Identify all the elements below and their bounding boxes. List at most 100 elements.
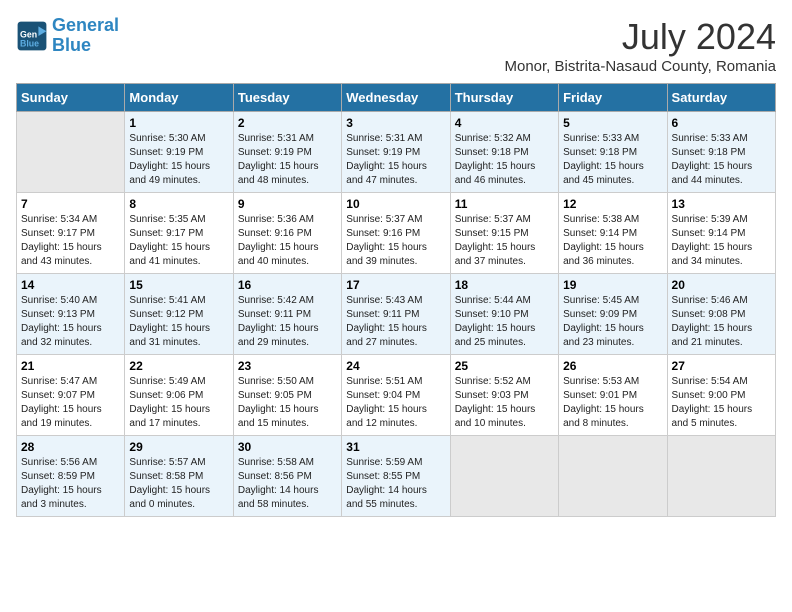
day-number: 10 (346, 197, 445, 211)
day-info: Sunrise: 5:52 AMSunset: 9:03 PMDaylight:… (455, 375, 554, 431)
logo: Gen Blue General Blue (16, 16, 119, 56)
day-info: Sunrise: 5:33 AMSunset: 9:18 PMDaylight:… (672, 132, 771, 188)
day-info: Sunrise: 5:34 AMSunset: 9:17 PMDaylight:… (21, 213, 120, 269)
calendar-day-cell: 23Sunrise: 5:50 AMSunset: 9:05 PMDayligh… (233, 355, 341, 436)
day-info: Sunrise: 5:32 AMSunset: 9:18 PMDaylight:… (455, 132, 554, 188)
calendar-day-cell: 8Sunrise: 5:35 AMSunset: 9:17 PMDaylight… (125, 193, 233, 274)
day-number: 31 (346, 440, 445, 454)
day-number: 29 (129, 440, 228, 454)
weekday-header-cell: Wednesday (342, 84, 450, 112)
day-info: Sunrise: 5:59 AMSunset: 8:55 PMDaylight:… (346, 456, 445, 512)
day-info: Sunrise: 5:36 AMSunset: 9:16 PMDaylight:… (238, 213, 337, 269)
calendar-body: 1 Sunrise: 5:30 AMSunset: 9:19 PMDaylight… (17, 112, 776, 517)
weekday-header-cell: Saturday (667, 84, 775, 112)
day-number: 11 (455, 197, 554, 211)
day-number: 25 (455, 359, 554, 373)
day-info: Sunrise: 5:51 AMSunset: 9:04 PMDaylight:… (346, 375, 445, 431)
day-number: 13 (672, 197, 771, 211)
calendar-day-cell: 9Sunrise: 5:36 AMSunset: 9:16 PMDaylight… (233, 193, 341, 274)
day-number: 26 (563, 359, 662, 373)
day-info: Sunrise: 5:58 AMSunset: 8:56 PMDaylight:… (238, 456, 337, 512)
page-header: Gen Blue General Blue July 2024 Monor, B… (16, 16, 776, 75)
weekday-header-cell: Sunday (17, 84, 125, 112)
calendar-week-row: 1 Sunrise: 5:30 AMSunset: 9:19 PMDaylight… (17, 112, 776, 193)
calendar-day-cell: 2 Sunrise: 5:31 AMSunset: 9:19 PMDaylight… (233, 112, 341, 193)
day-number: 30 (238, 440, 337, 454)
day-number: 18 (455, 278, 554, 292)
calendar-day-cell: 3Sunrise: 5:31 AMSunset: 9:19 PMDaylight… (342, 112, 450, 193)
day-info: Sunrise: 5:43 AMSunset: 9:11 PMDaylight:… (346, 294, 445, 350)
calendar-week-row: 28Sunrise: 5:56 AMSunset: 8:59 PMDayligh… (17, 436, 776, 517)
day-info: Sunrise: 5:45 AMSunset: 9:09 PMDaylight:… (563, 294, 662, 350)
calendar-table: SundayMondayTuesdayWednesdayThursdayFrid… (16, 83, 776, 517)
day-number: 24 (346, 359, 445, 373)
calendar-day-cell: 27Sunrise: 5:54 AMSunset: 9:00 PMDayligh… (667, 355, 775, 436)
logo-line2: Blue (52, 35, 91, 55)
day-number: 2 (238, 116, 337, 130)
calendar-day-cell (17, 112, 125, 193)
calendar-day-cell: 15 Sunrise: 5:41 AMSunset: 9:12 PMDayligh… (125, 274, 233, 355)
day-info: Sunrise: 5:33 AMSunset: 9:18 PMDaylight:… (563, 132, 662, 188)
day-info: Sunrise: 5:38 AMSunset: 9:14 PMDaylight:… (563, 213, 662, 269)
day-number: 6 (672, 116, 771, 130)
weekday-header-cell: Tuesday (233, 84, 341, 112)
calendar-day-cell (450, 436, 558, 517)
day-number: 17 (346, 278, 445, 292)
day-number: 15 (129, 278, 228, 292)
calendar-day-cell: 28Sunrise: 5:56 AMSunset: 8:59 PMDayligh… (17, 436, 125, 517)
calendar-day-cell: 19Sunrise: 5:45 AMSunset: 9:09 PMDayligh… (559, 274, 667, 355)
calendar-day-cell: 7Sunrise: 5:34 AMSunset: 9:17 PMDaylight… (17, 193, 125, 274)
day-info: Sunrise: 5:37 AMSunset: 9:15 PMDaylight:… (455, 213, 554, 269)
calendar-day-cell: 29 Sunrise: 5:57 AMSunset: 8:58 PMDayligh… (125, 436, 233, 517)
day-info: Sunrise: 5:49 AMSunset: 9:06 PMDaylight:… (129, 375, 228, 431)
day-number: 16 (238, 278, 337, 292)
calendar-day-cell: 30 Sunrise: 5:58 AMSunset: 8:56 PMDayligh… (233, 436, 341, 517)
calendar-day-cell: 17 Sunrise: 5:43 AMSunset: 9:11 PMDayligh… (342, 274, 450, 355)
day-info: Sunrise: 5:39 AMSunset: 9:14 PMDaylight:… (672, 213, 771, 269)
calendar-day-cell: 26 Sunrise: 5:53 AMSunset: 9:01 PMDayligh… (559, 355, 667, 436)
day-info: Sunrise: 5:50 AMSunset: 9:05 PMDaylight:… (238, 375, 337, 431)
day-info: Sunrise: 5:44 AMSunset: 9:10 PMDaylight:… (455, 294, 554, 350)
calendar-day-cell: 24 Sunrise: 5:51 AMSunset: 9:04 PMDayligh… (342, 355, 450, 436)
day-number: 4 (455, 116, 554, 130)
day-info: Sunrise: 5:41 AMSunset: 9:12 PMDaylight:… (129, 294, 228, 350)
day-number: 14 (21, 278, 120, 292)
day-info: Sunrise: 5:56 AMSunset: 8:59 PMDaylight:… (21, 456, 120, 512)
calendar-day-cell: 22 Sunrise: 5:49 AMSunset: 9:06 PMDayligh… (125, 355, 233, 436)
day-number: 12 (563, 197, 662, 211)
day-info: Sunrise: 5:53 AMSunset: 9:01 PMDaylight:… (563, 375, 662, 431)
day-info: Sunrise: 5:47 AMSunset: 9:07 PMDaylight:… (21, 375, 120, 431)
logo-line1: General (52, 15, 119, 35)
day-number: 1 (129, 116, 228, 130)
calendar-day-cell: 6 Sunrise: 5:33 AMSunset: 9:18 PMDaylight… (667, 112, 775, 193)
calendar-day-cell: 20 Sunrise: 5:46 AMSunset: 9:08 PMDayligh… (667, 274, 775, 355)
title-area: July 2024 Monor, Bistrita-Nasaud County,… (504, 16, 776, 75)
logo-text: General Blue (52, 16, 119, 56)
calendar-day-cell: 4 Sunrise: 5:32 AMSunset: 9:18 PMDaylight… (450, 112, 558, 193)
day-info: Sunrise: 5:30 AMSunset: 9:19 PMDaylight:… (129, 132, 228, 188)
day-info: Sunrise: 5:42 AMSunset: 9:11 PMDaylight:… (238, 294, 337, 350)
calendar-day-cell (667, 436, 775, 517)
weekday-header-cell: Friday (559, 84, 667, 112)
calendar-week-row: 21Sunrise: 5:47 AMSunset: 9:07 PMDayligh… (17, 355, 776, 436)
day-info: Sunrise: 5:31 AMSunset: 9:19 PMDaylight:… (238, 132, 337, 188)
calendar-day-cell: 21Sunrise: 5:47 AMSunset: 9:07 PMDayligh… (17, 355, 125, 436)
day-info: Sunrise: 5:46 AMSunset: 9:08 PMDaylight:… (672, 294, 771, 350)
day-number: 5 (563, 116, 662, 130)
day-info: Sunrise: 5:37 AMSunset: 9:16 PMDaylight:… (346, 213, 445, 269)
month-title: July 2024 (504, 16, 776, 58)
day-number: 3 (346, 116, 445, 130)
day-info: Sunrise: 5:57 AMSunset: 8:58 PMDaylight:… (129, 456, 228, 512)
day-info: Sunrise: 5:54 AMSunset: 9:00 PMDaylight:… (672, 375, 771, 431)
weekday-header-cell: Monday (125, 84, 233, 112)
day-info: Sunrise: 5:40 AMSunset: 9:13 PMDaylight:… (21, 294, 120, 350)
day-number: 20 (672, 278, 771, 292)
calendar-day-cell: 18 Sunrise: 5:44 AMSunset: 9:10 PMDayligh… (450, 274, 558, 355)
logo-icon: Gen Blue (16, 20, 48, 52)
calendar-week-row: 14 Sunrise: 5:40 AMSunset: 9:13 PMDayligh… (17, 274, 776, 355)
day-number: 22 (129, 359, 228, 373)
weekday-header-cell: Thursday (450, 84, 558, 112)
calendar-day-cell: 5 Sunrise: 5:33 AMSunset: 9:18 PMDaylight… (559, 112, 667, 193)
calendar-day-cell: 13 Sunrise: 5:39 AMSunset: 9:14 PMDayligh… (667, 193, 775, 274)
calendar-week-row: 7Sunrise: 5:34 AMSunset: 9:17 PMDaylight… (17, 193, 776, 274)
